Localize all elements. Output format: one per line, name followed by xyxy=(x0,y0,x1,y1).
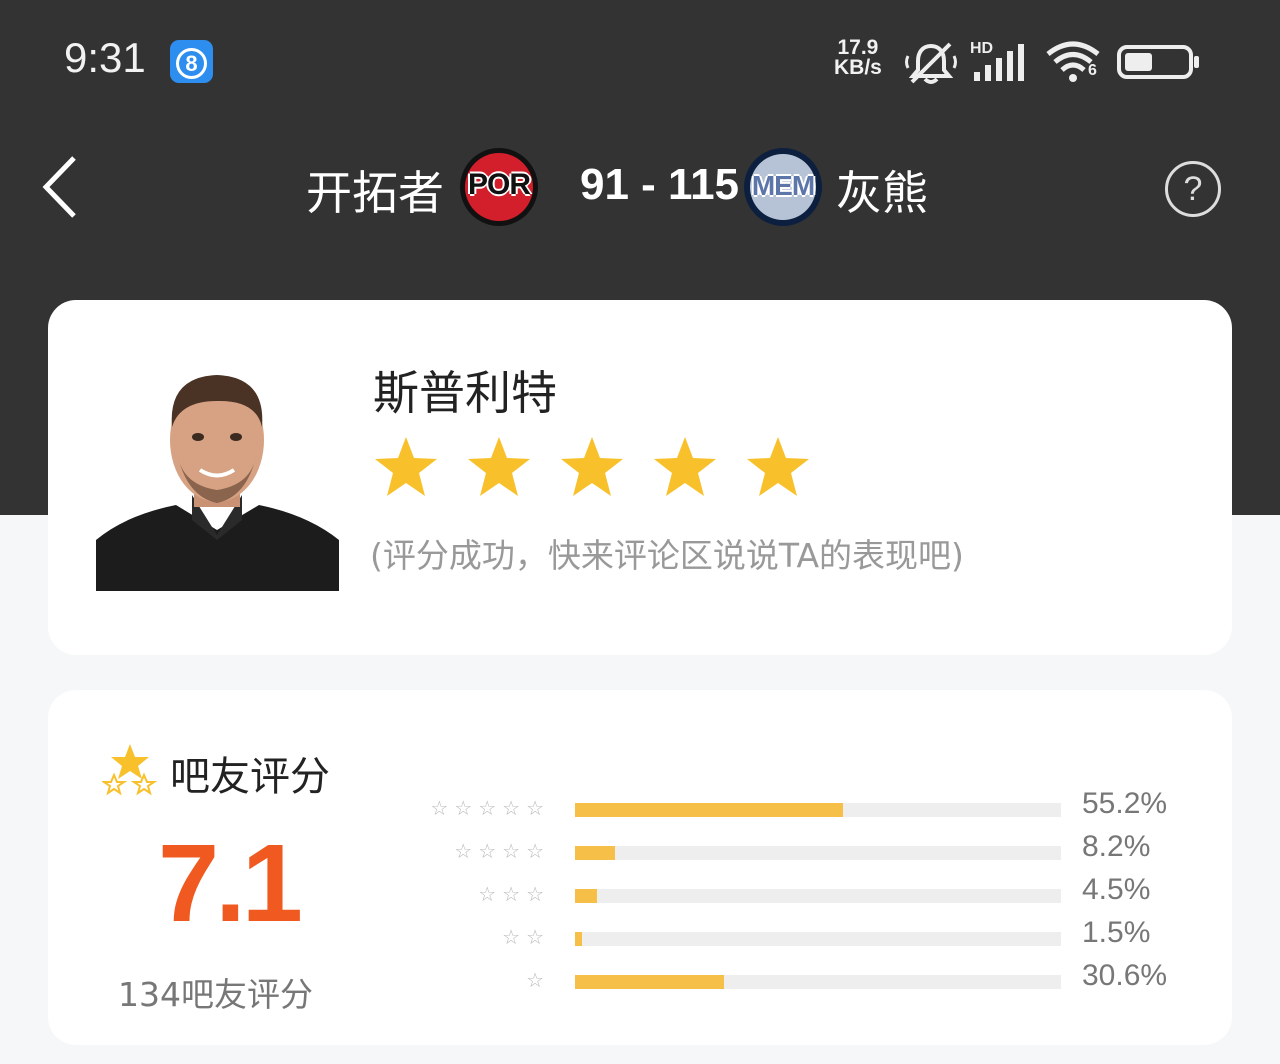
back-chevron-icon[interactable] xyxy=(38,152,86,222)
distribution-bar-fill xyxy=(575,932,583,946)
network-speed: 17.9 KB/s xyxy=(834,36,882,79)
fan-rating-card: 吧友评分 7.1 134吧友评分 ☆☆☆☆☆ 55.2% ☆☆☆☆ 8.2% ☆… xyxy=(48,690,1232,1045)
distribution-row: ☆ 30.6% xyxy=(418,959,1198,998)
away-team-name: 灰熊 xyxy=(836,166,928,220)
distribution-percent: 8.2% xyxy=(1082,830,1151,863)
app-notification-icon: 8 xyxy=(170,40,213,83)
distribution-row: ☆☆☆ 4.5% xyxy=(418,873,1198,912)
distribution-percent: 30.6% xyxy=(1082,959,1168,992)
star-icon[interactable] xyxy=(559,435,625,499)
star-level-icons: ☆☆☆☆☆ xyxy=(430,796,550,820)
star-icon[interactable] xyxy=(466,435,532,499)
cell-signal-icon xyxy=(974,44,1024,81)
rating-count: 134吧友评分 xyxy=(118,975,313,1014)
rating-success-message: (评分成功，快来评论区说说TA的表现吧) xyxy=(370,536,964,575)
distribution-bar-fill xyxy=(575,803,844,817)
distribution-percent: 55.2% xyxy=(1082,787,1168,820)
stars-cluster-icon xyxy=(102,744,158,796)
star-icon[interactable] xyxy=(745,435,811,499)
silent-bell-icon xyxy=(905,42,957,84)
distribution-bar-fill xyxy=(575,889,597,903)
player-name: 斯普利特 xyxy=(373,366,557,420)
player-rating-card: 斯普利特 (评分成功，快来评论区说说TA的表现吧) xyxy=(48,300,1232,655)
my-rating-stars[interactable] xyxy=(373,435,838,499)
average-score: 7.1 xyxy=(158,822,303,945)
distribution-row: ☆☆☆☆ 8.2% xyxy=(418,830,1198,869)
distribution-percent: 1.5% xyxy=(1082,916,1151,949)
status-time: 9:31 xyxy=(64,34,146,81)
distribution-bar-fill xyxy=(575,975,724,989)
game-score: 91 - 115 xyxy=(580,160,740,209)
star-level-icons: ☆ xyxy=(526,968,550,992)
distribution-bar-track xyxy=(575,803,1061,817)
star-icon[interactable] xyxy=(652,435,718,499)
distribution-bar-track xyxy=(575,975,1061,989)
help-icon[interactable]: ? xyxy=(1165,161,1221,217)
home-team-logo: POR xyxy=(460,148,538,226)
distribution-bar-fill xyxy=(575,846,615,860)
distribution-bar-track xyxy=(575,889,1061,903)
star-level-icons: ☆☆☆☆ xyxy=(454,839,550,863)
distribution-row: ☆☆☆☆☆ 55.2% xyxy=(418,787,1198,826)
player-avatar xyxy=(96,345,339,591)
star-icon[interactable] xyxy=(373,435,439,499)
home-team-name: 开拓者 xyxy=(306,166,444,220)
battery-icon xyxy=(1117,45,1199,79)
star-level-icons: ☆☆ xyxy=(502,925,550,949)
away-team-logo: MEM xyxy=(744,148,822,226)
distribution-bar-track xyxy=(575,932,1061,946)
star-level-icons: ☆☆☆ xyxy=(478,882,550,906)
wifi-version-label: 6 xyxy=(1088,62,1097,79)
distribution-percent: 4.5% xyxy=(1082,873,1151,906)
distribution-row: ☆☆ 1.5% xyxy=(418,916,1198,955)
fan-rating-title: 吧友评分 xyxy=(170,754,330,800)
distribution-bar-track xyxy=(575,846,1061,860)
